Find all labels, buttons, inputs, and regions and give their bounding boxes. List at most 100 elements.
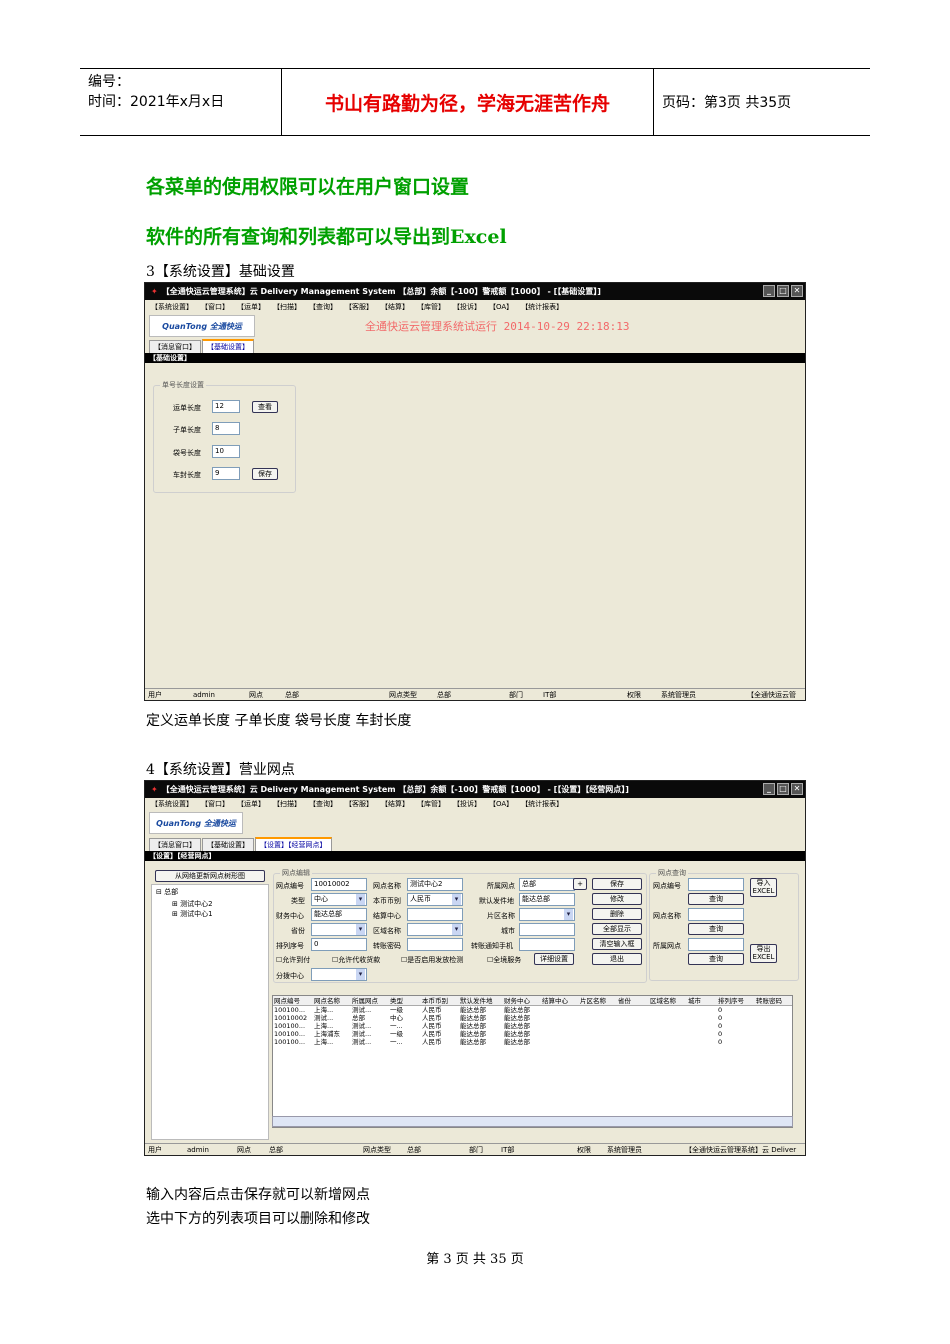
- menu-item[interactable]: 【结算】: [381, 799, 409, 809]
- minimize-button[interactable]: _: [763, 285, 775, 297]
- menu-item[interactable]: 【系统设置】: [151, 302, 193, 312]
- menu-item[interactable]: 【窗口】: [201, 799, 229, 809]
- horizontal-scrollbar[interactable]: [272, 1116, 793, 1127]
- edit-button[interactable]: 修改: [592, 893, 642, 905]
- menu-item[interactable]: 【OA】: [489, 302, 513, 312]
- checkbox-allow-cod-arrival[interactable]: ☐允许到付: [276, 955, 310, 965]
- menu-item[interactable]: 【客服】: [345, 799, 373, 809]
- table-row[interactable]: 100100... 上海... 测试... 一... 人民币 能达总部 能达总部 0: [273, 1022, 792, 1030]
- city-input[interactable]: [519, 923, 575, 936]
- menu-item[interactable]: 【运单】: [237, 302, 265, 312]
- maximize-button[interactable]: □: [777, 285, 789, 297]
- currency-select[interactable]: 人民币: [407, 893, 463, 906]
- minimize-button[interactable]: _: [763, 783, 775, 795]
- transfer-password-input[interactable]: [407, 938, 463, 951]
- show-all-button[interactable]: 全部显示: [592, 923, 642, 935]
- outlet-code-input[interactable]: 10010002: [311, 878, 367, 891]
- type-select[interactable]: 中心: [311, 893, 367, 906]
- export-excel-button[interactable]: 导出EXCEL: [750, 944, 777, 963]
- region-select[interactable]: [407, 923, 463, 936]
- save-button[interactable]: 保存: [592, 878, 642, 890]
- clear-inputs-button[interactable]: 清空输入框: [592, 938, 642, 950]
- settlement-center-input[interactable]: [407, 908, 463, 921]
- outlet-name-input[interactable]: 测试中心2: [407, 878, 463, 891]
- notify-phone-input[interactable]: [519, 938, 575, 951]
- column-header[interactable]: 片区名称: [579, 996, 617, 1005]
- bag-length-input[interactable]: 10: [212, 445, 240, 458]
- save-button[interactable]: 保存: [252, 468, 278, 480]
- waybill-length-input[interactable]: 12: [212, 400, 240, 413]
- column-header[interactable]: 区域名称: [649, 996, 687, 1005]
- province-select[interactable]: [311, 923, 367, 936]
- menu-item[interactable]: 【运单】: [237, 799, 265, 809]
- menu-item[interactable]: 【结算】: [381, 302, 409, 312]
- table-row[interactable]: 10010002 测试... 总部 中心 人民币 能达总部 能达总部 0: [273, 1014, 792, 1022]
- area-select[interactable]: [519, 908, 575, 921]
- query-parent-input[interactable]: [688, 938, 744, 951]
- column-header[interactable]: 排列序号: [717, 996, 755, 1005]
- delete-button[interactable]: 删除: [592, 908, 642, 920]
- tab-basic-settings[interactable]: 【基础设置】: [202, 339, 254, 353]
- column-header[interactable]: 省份: [617, 996, 649, 1005]
- import-excel-button[interactable]: 导入EXCEL: [750, 878, 777, 897]
- query-button[interactable]: 查询: [688, 893, 744, 905]
- column-header[interactable]: 转账密码: [755, 996, 791, 1005]
- refresh-tree-button[interactable]: 从网络更新网点树形图: [155, 870, 265, 882]
- menu-item[interactable]: 【客服】: [345, 302, 373, 312]
- menu-item[interactable]: 【投诉】: [453, 302, 481, 312]
- column-header[interactable]: 默认发件地: [459, 996, 503, 1005]
- finance-center-input[interactable]: 能达总部: [311, 908, 367, 921]
- tree-node[interactable]: ⊞ 测试中心2: [152, 899, 268, 909]
- tab-messages[interactable]: 【消息窗口】: [149, 838, 201, 851]
- table-row[interactable]: 100100... 上海... 测试... 一... 人民币 能达总部 能达总部 0: [273, 1038, 792, 1046]
- tab-outlets[interactable]: 【设置】【经营网点】: [255, 837, 332, 851]
- menu-item[interactable]: 【扫描】: [273, 302, 301, 312]
- exit-button[interactable]: 退出: [592, 953, 642, 965]
- sort-order-input[interactable]: 0: [311, 938, 367, 951]
- add-parent-button[interactable]: +: [573, 878, 587, 890]
- maximize-button[interactable]: □: [777, 783, 789, 795]
- column-header[interactable]: 网点编号: [273, 996, 313, 1005]
- column-header[interactable]: 结算中心: [541, 996, 579, 1005]
- menu-item[interactable]: 【投诉】: [453, 799, 481, 809]
- menu-item[interactable]: 【OA】: [489, 799, 513, 809]
- view-button[interactable]: 查看: [252, 401, 278, 413]
- query-button[interactable]: 查询: [688, 953, 744, 965]
- column-header[interactable]: 本币币别: [421, 996, 459, 1005]
- column-header[interactable]: 类型: [389, 996, 421, 1005]
- table-row[interactable]: 100100... 上海浦东 测试... 一级 人民币 能达总部 能达总部 0: [273, 1030, 792, 1038]
- menu-item[interactable]: 【窗口】: [201, 302, 229, 312]
- menu-item[interactable]: 【统计报表】: [521, 302, 563, 312]
- menu-item[interactable]: 【系统设置】: [151, 799, 193, 809]
- checkbox-allow-collection[interactable]: ☐允许代收货款: [332, 955, 380, 965]
- close-button[interactable]: ✕: [791, 783, 803, 795]
- query-code-input[interactable]: [688, 878, 744, 891]
- tree-node[interactable]: ⊞ 测试中心1: [152, 909, 268, 919]
- close-button[interactable]: ✕: [791, 285, 803, 297]
- tab-messages[interactable]: 【消息窗口】: [149, 340, 201, 353]
- seal-length-input[interactable]: 9: [212, 467, 240, 480]
- column-header[interactable]: 财务中心: [503, 996, 541, 1005]
- hub-select[interactable]: [311, 968, 367, 981]
- checkbox-dispatch-check[interactable]: ☐是否启用发放检测: [401, 955, 463, 965]
- table-row[interactable]: 100100... 上海... 测试... 一级 人民币 能达总部 能达总部 0: [273, 1006, 792, 1014]
- menu-item[interactable]: 【查询】: [309, 799, 337, 809]
- detail-settings-button[interactable]: 详细设置: [534, 953, 574, 965]
- checkbox-nationwide[interactable]: ☐全境服务: [487, 955, 521, 965]
- default-origin-input[interactable]: 能达总部: [519, 893, 575, 906]
- column-header[interactable]: 所属网点: [351, 996, 389, 1005]
- table-cell: [649, 1022, 687, 1030]
- menu-item[interactable]: 【扫描】: [273, 799, 301, 809]
- query-button[interactable]: 查询: [688, 923, 744, 935]
- tree-node-root[interactable]: ⊟ 总部: [152, 885, 268, 899]
- column-header[interactable]: 网点名称: [313, 996, 351, 1005]
- parent-outlet-input[interactable]: 总部: [519, 878, 575, 891]
- tab-basic-settings[interactable]: 【基础设置】: [202, 838, 254, 851]
- menu-item[interactable]: 【库管】: [417, 799, 445, 809]
- column-header[interactable]: 城市: [687, 996, 717, 1005]
- sub-waybill-length-input[interactable]: 8: [212, 422, 240, 435]
- menu-item[interactable]: 【统计报表】: [521, 799, 563, 809]
- menu-item[interactable]: 【库管】: [417, 302, 445, 312]
- menu-item[interactable]: 【查询】: [309, 302, 337, 312]
- query-name-input[interactable]: [688, 908, 744, 921]
